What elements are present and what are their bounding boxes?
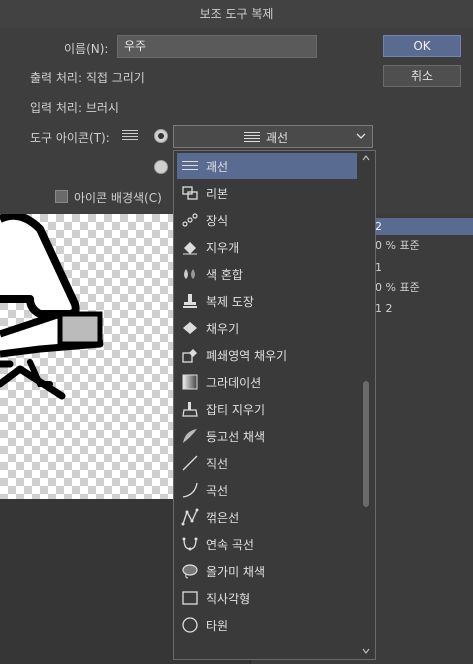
chevron-down-icon — [356, 133, 366, 139]
curve-icon — [182, 482, 198, 498]
polyline-icon — [181, 508, 199, 526]
layer-row[interactable]: 1 2 — [371, 300, 473, 317]
icon-option-eraser[interactable]: 지우개 — [177, 234, 357, 260]
preset-icon-radio[interactable] — [154, 129, 168, 143]
icon-option-gradient[interactable]: 그라데이션 — [177, 369, 357, 395]
tool-icon-dropdown-list: 괘선 리본 장식 지우개 색 혼합 복제 도장 채우기 폐쇄영역 채우기 그라데… — [173, 150, 376, 660]
icon-option-rectangle[interactable]: 직사각형 — [177, 585, 357, 611]
lasso-fill-icon — [182, 564, 198, 579]
ellipse-icon — [182, 617, 198, 633]
eraser-icon — [183, 242, 197, 255]
icon-option-continuous-curve[interactable]: 연속 곡선 — [177, 531, 357, 557]
ribbon-icon — [182, 186, 198, 200]
icon-option-ribbon[interactable]: 리본 — [177, 180, 357, 206]
icon-option-contour[interactable]: 등고선 채색 — [177, 423, 357, 449]
fill-icon — [183, 322, 197, 334]
icon-option-lasso-fill[interactable]: 올가미 채색 — [177, 558, 357, 584]
icon-option-color-mix[interactable]: 색 혼합 — [177, 261, 357, 287]
dropdown-scrollbar[interactable] — [360, 153, 372, 657]
chevron-down-icon[interactable] — [362, 647, 370, 655]
straight-line-icon — [182, 455, 198, 471]
name-label: 이름(N): — [64, 42, 109, 56]
layer-row[interactable]: 0 % 표준 — [371, 237, 473, 254]
icon-option-fill[interactable]: 채우기 — [177, 315, 357, 341]
ok-button[interactable]: OK — [383, 35, 461, 57]
icon-option-lines[interactable]: 괘선 — [177, 153, 357, 179]
icon-option-straight-line[interactable]: 직선 — [177, 450, 357, 476]
icon-option-ellipse[interactable]: 타원 — [177, 612, 357, 638]
icon-option-decoration[interactable]: 장식 — [177, 207, 357, 233]
output-processing-label: 출력 처리: 직접 그리기 — [30, 71, 145, 85]
layer-row[interactable]: 2 — [371, 218, 473, 235]
gradient-icon — [182, 374, 198, 390]
dialog-title: 보조 도구 복제 — [0, 0, 473, 29]
contour-icon — [183, 429, 197, 443]
icon-option-curve[interactable]: 곡선 — [177, 477, 357, 503]
input-processing-label: 입력 처리: 브러시 — [30, 101, 119, 115]
icon-option-stamp[interactable]: 복제 도장 — [177, 288, 357, 314]
closed-fill-icon — [182, 349, 197, 363]
icon-bg-color-checkbox[interactable] — [55, 190, 68, 203]
lines-icon — [182, 161, 198, 170]
duplicate-subtool-dialog: 보조 도구 복제 이름(N): 출력 처리: 직접 그리기 입력 처리: 브러시… — [0, 0, 473, 664]
custom-icon-radio[interactable] — [154, 160, 168, 174]
icon-option-dust-eraser[interactable]: 잡티 지우기 — [177, 396, 357, 422]
layer-row[interactable]: 1 — [371, 259, 473, 276]
icon-bg-color-label: 아이콘 배경색(C) — [74, 191, 162, 205]
chevron-up-icon[interactable] — [362, 154, 370, 162]
tool-icon-select-value: 괘선 — [266, 131, 289, 145]
continuous-curve-icon — [182, 537, 198, 551]
layer-row[interactable]: 0 % 표준 — [371, 279, 473, 296]
icon-option-closed-fill[interactable]: 폐쇄영역 채우기 — [177, 342, 357, 368]
tool-icon-select[interactable]: 괘선 — [173, 125, 373, 148]
stamp-icon — [183, 294, 197, 308]
dust-eraser-icon — [182, 402, 198, 417]
color-mix-icon — [184, 269, 195, 279]
scrollbar-thumb[interactable] — [363, 381, 369, 507]
lines-icon — [122, 130, 138, 140]
rectangle-icon — [182, 591, 198, 605]
name-input[interactable]: 우주 — [117, 35, 317, 58]
icon-option-polyline[interactable]: 꺾은선 — [177, 504, 357, 530]
decoration-icon — [182, 213, 198, 227]
tool-icon-label: 도구 아이콘(T): — [30, 131, 110, 145]
lines-icon — [244, 132, 260, 142]
cancel-button[interactable]: 취소 — [383, 65, 461, 87]
